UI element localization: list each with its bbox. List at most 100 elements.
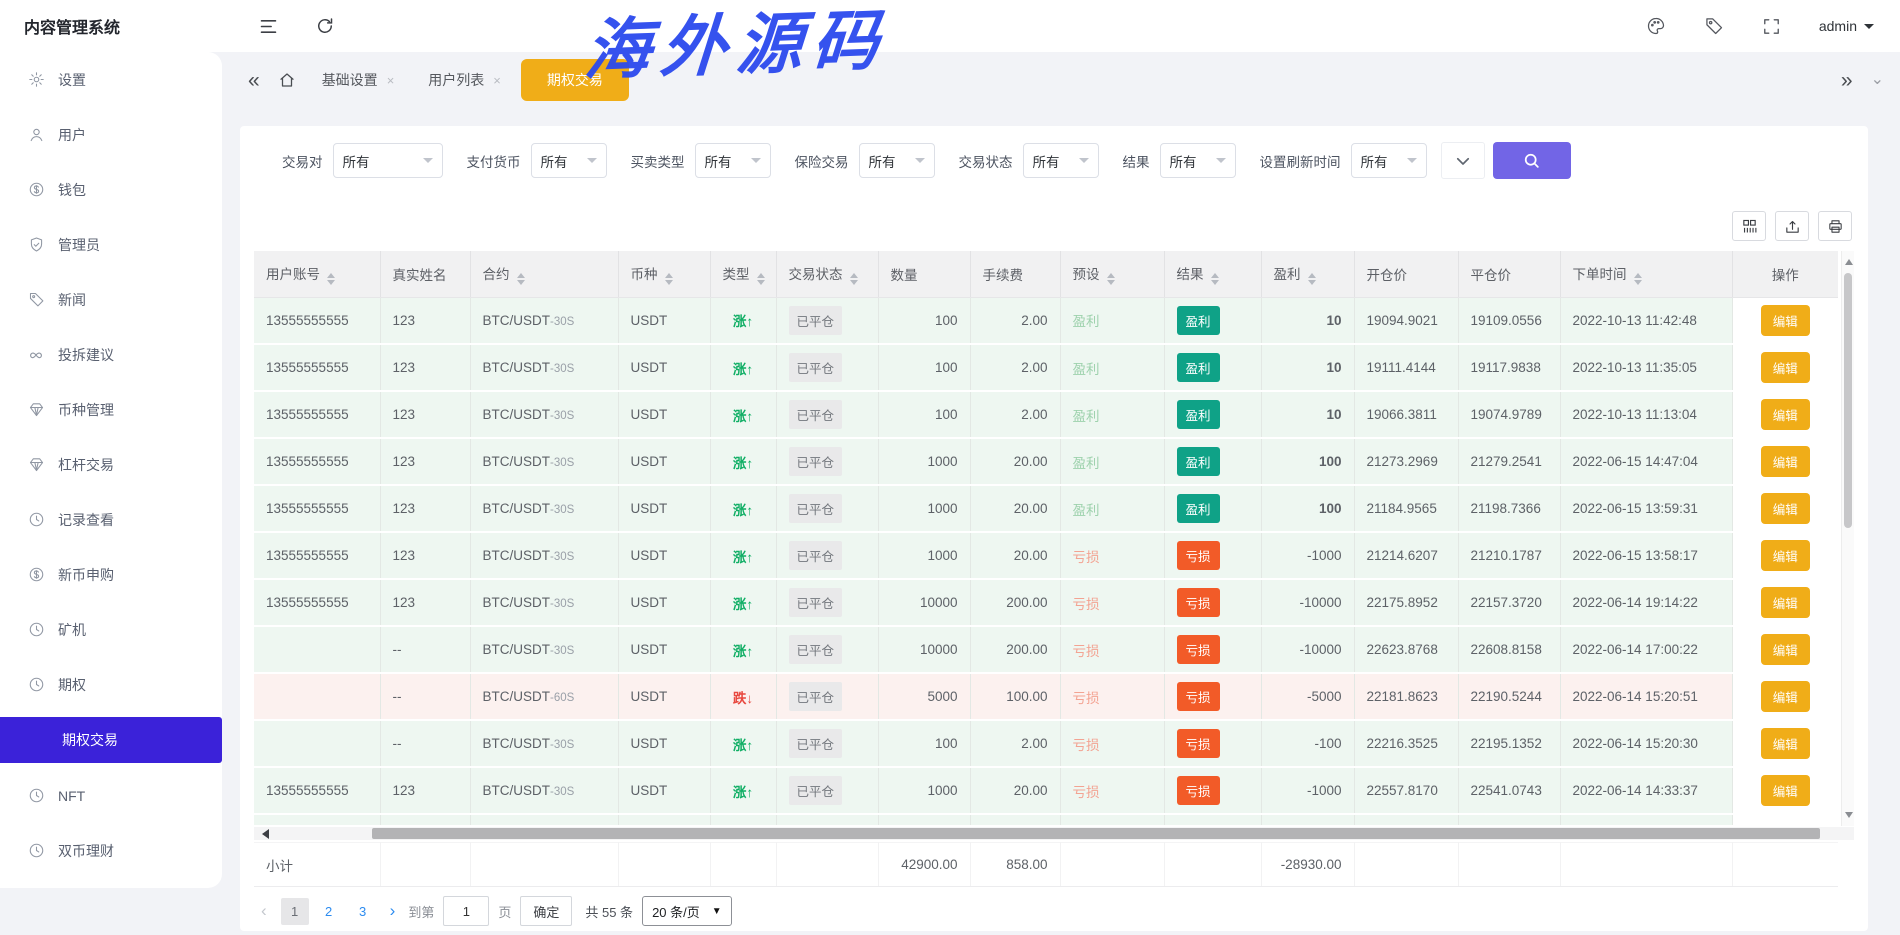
user-menu[interactable]: admin [1819,18,1874,34]
collapse-tabs-icon[interactable]: « [248,70,258,91]
home-icon[interactable] [278,71,296,89]
sort-icon[interactable] [1107,273,1115,285]
sort-icon[interactable] [327,273,335,285]
expand-tabs-icon[interactable]: » [1841,70,1853,91]
sidebar-item[interactable]: 期权交易 [0,717,222,763]
tab[interactable]: 基础设置 × [308,61,409,99]
vertical-scrollbar-thumb[interactable] [1844,273,1852,528]
edit-button[interactable]: 编辑 [1761,540,1810,571]
column-header[interactable]: 真实姓名 [380,251,470,297]
sort-icon[interactable] [1211,273,1219,285]
filter-select[interactable]: 所有 [1351,143,1427,178]
sidebar-item[interactable]: 管理员 [0,217,222,272]
menu-toggle-icon[interactable] [258,15,279,37]
sidebar-item[interactable]: 新币申购 [0,547,222,602]
edit-button[interactable]: 编辑 [1761,681,1810,712]
edit-button[interactable]: 编辑 [1761,305,1810,336]
horizontal-scrollbar[interactable] [254,827,1854,840]
sidebar-item[interactable]: 记录查看 [0,492,222,547]
filter-select[interactable]: 所有 [859,143,935,178]
edit-button[interactable]: 编辑 [1761,587,1810,618]
column-header[interactable]: 币种 [618,251,710,297]
column-header[interactable]: 合约 [470,251,618,297]
edit-button[interactable]: 编辑 [1761,446,1810,477]
refresh-icon[interactable] [315,15,335,37]
cell-result: 亏损 [1164,626,1261,673]
page-number[interactable]: 3 [349,898,377,925]
cell-fee: 2.00 [970,297,1060,344]
edit-button[interactable]: 编辑 [1761,352,1810,383]
column-header[interactable]: 类型 [710,251,776,297]
sidebar-item[interactable]: 钱包 [0,162,222,217]
sort-icon[interactable] [665,273,673,285]
page-number[interactable]: 2 [315,898,343,925]
sidebar-item[interactable]: 设置 [0,52,222,107]
page-number[interactable]: 1 [281,898,309,925]
column-header[interactable]: 用户账号 [254,251,380,297]
sidebar-item[interactable]: 杠杆交易 [0,437,222,492]
confirm-page-button[interactable]: 确定 [520,896,572,926]
edit-button[interactable]: 编辑 [1761,493,1810,524]
sidebar-item[interactable]: NFT [0,768,222,823]
column-header[interactable]: 数量 [878,251,970,297]
expand-filters-icon[interactable] [1441,142,1485,179]
edit-button[interactable]: 编辑 [1761,634,1810,665]
sort-icon[interactable] [1308,273,1316,285]
column-header[interactable]: 操作 [1732,251,1838,297]
sidebar-item[interactable]: 币种管理 [0,382,222,437]
per-page-select[interactable]: 20 条/页 ▼ [642,896,732,926]
print-icon[interactable] [1818,211,1852,241]
cell-close-price: 19117.9838 [1458,344,1560,391]
column-header[interactable]: 盈利 [1261,251,1354,297]
vertical-scrollbar[interactable] [1841,251,1854,826]
column-header[interactable]: 预设 [1060,251,1164,297]
column-header[interactable]: 手续费 [970,251,1060,297]
cell-type: 涨↑ [710,485,776,532]
filter-select[interactable]: 所有 [333,143,443,178]
filter-select[interactable]: 所有 [695,143,771,178]
column-header[interactable]: 结果 [1164,251,1261,297]
sidebar-item[interactable]: 矿机 [0,602,222,657]
column-header[interactable]: 交易状态 [776,251,878,297]
export-icon[interactable] [1775,211,1809,241]
sort-icon[interactable] [1634,273,1642,285]
edit-button[interactable]: 编辑 [1761,775,1810,806]
sidebar-item[interactable]: 投拆建议 [0,327,222,382]
columns-grid-icon[interactable] [1732,211,1766,241]
tag-icon[interactable] [1704,16,1724,36]
filter-select[interactable]: 所有 [1160,143,1236,178]
filter-select[interactable]: 所有 [531,143,607,178]
sidebar-item[interactable]: 双币理财 [0,823,222,878]
next-page-icon[interactable]: › [386,901,400,921]
tab[interactable]: 期权交易 × [521,59,629,101]
scroll-left-icon[interactable] [257,829,269,839]
edit-button[interactable]: 编辑 [1761,728,1810,759]
tab[interactable]: 用户列表 × [414,61,515,99]
theme-palette-icon[interactable] [1646,16,1666,36]
search-button[interactable] [1493,142,1571,179]
goto-label: 到第 [408,902,434,921]
sort-icon[interactable] [850,273,858,285]
column-header[interactable]: 下单时间 [1560,251,1732,297]
table-area: 用户账号 真实姓名 合约 币种 类型 交易状态 数量 手续费 预设 结果 盈利 … [254,251,1854,887]
column-header[interactable]: 平仓价 [1458,251,1560,297]
filter-select[interactable]: 所有 [1023,143,1099,178]
horizontal-scrollbar-thumb[interactable] [372,828,1820,839]
cell-close-price: 22195.1352 [1458,720,1560,767]
sort-icon[interactable] [757,273,765,285]
page-input[interactable] [443,896,489,926]
sidebar-item[interactable]: 新闻 [0,272,222,327]
sidebar-item[interactable]: 用户 [0,107,222,162]
table-body: 13555555555 123 BTC/USDT-30S USDT 涨↑ 已平仓… [254,297,1838,826]
tab-menu-caret-icon[interactable]: ⌄ [1871,72,1884,88]
fullscreen-icon[interactable] [1762,16,1781,36]
close-tab-icon[interactable]: × [387,73,395,88]
scroll-up-icon[interactable] [1845,255,1853,265]
column-header[interactable]: 开仓价 [1354,251,1458,297]
close-tab-icon[interactable]: × [493,73,501,88]
prev-page-icon[interactable]: ‹ [256,901,272,921]
sort-icon[interactable] [517,273,525,285]
edit-button[interactable]: 编辑 [1761,399,1810,430]
sidebar-item[interactable]: 期权 [0,657,222,712]
scroll-down-icon[interactable] [1845,812,1853,822]
